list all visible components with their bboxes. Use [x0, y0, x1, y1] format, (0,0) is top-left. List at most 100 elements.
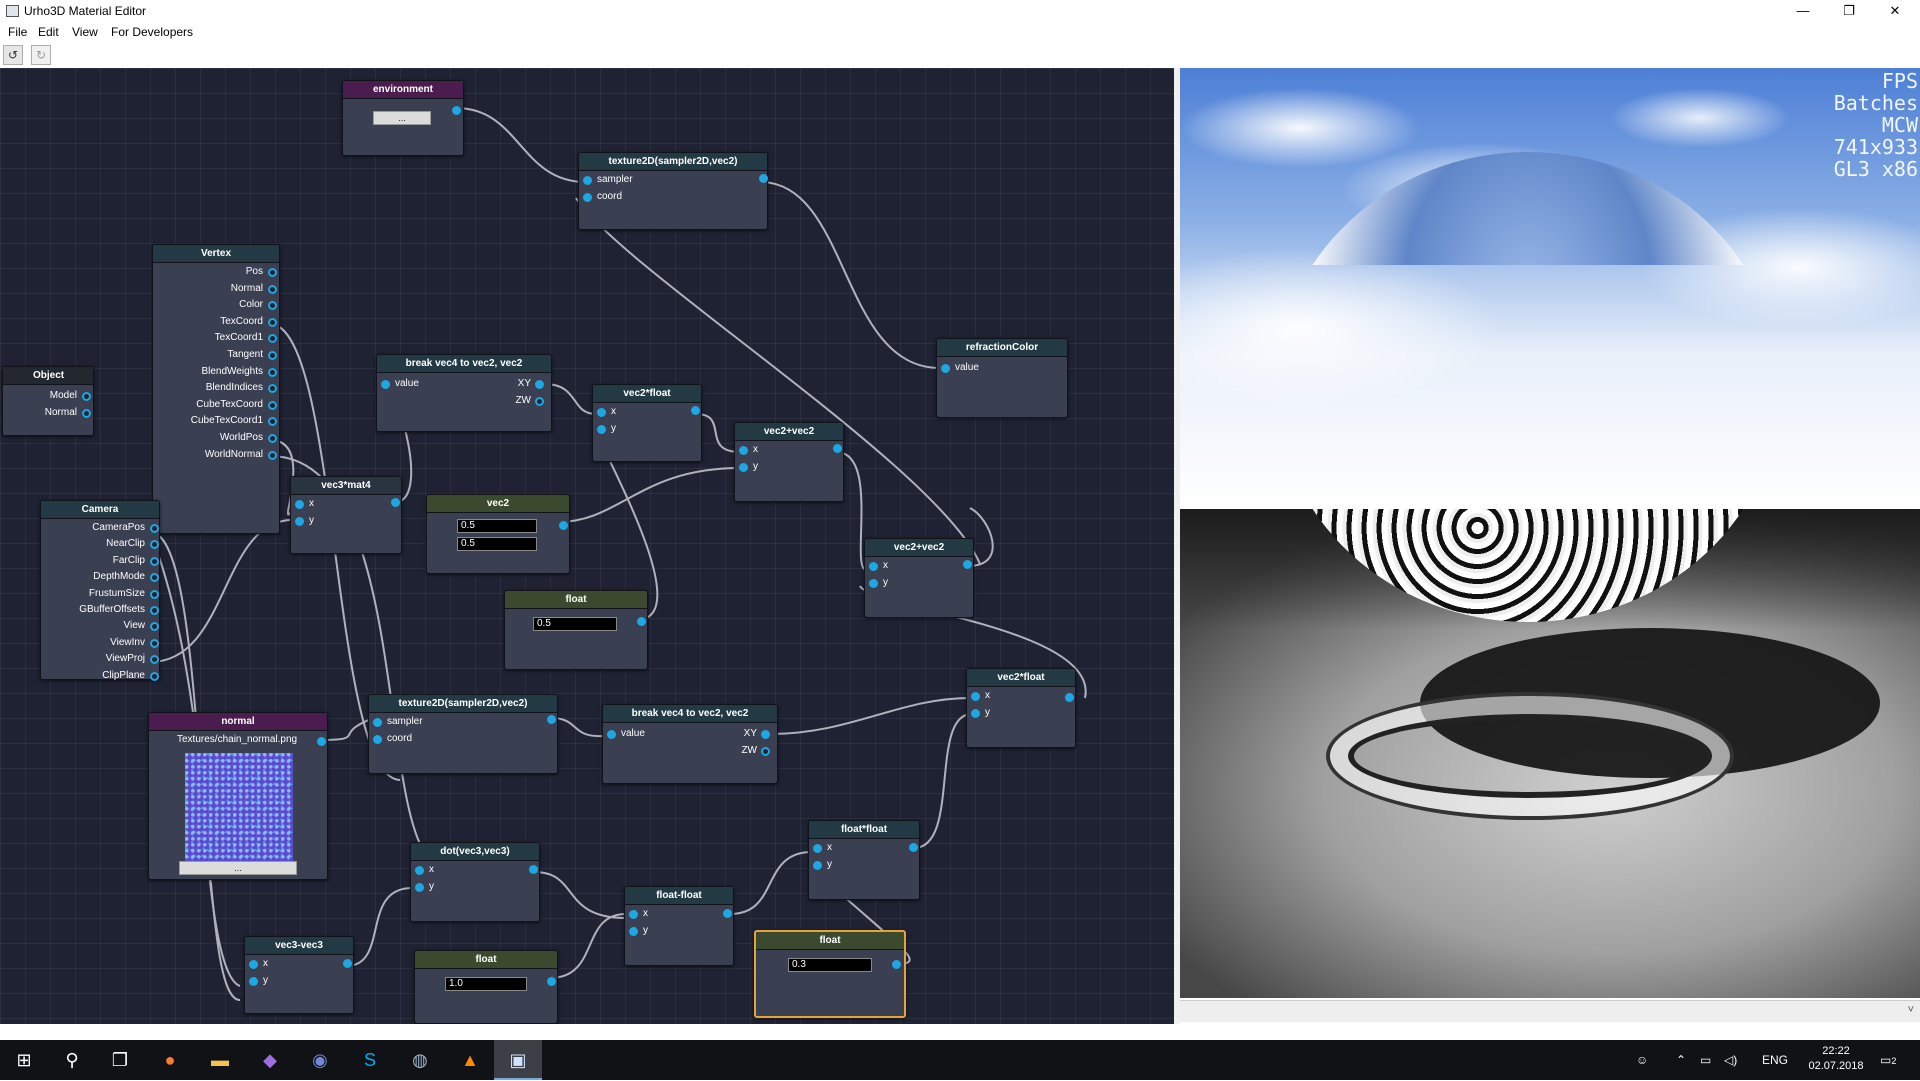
output-port[interactable] [268, 384, 277, 394]
task-view-icon[interactable]: ❐ [96, 1040, 144, 1080]
output-zw[interactable]: ZW [487, 394, 544, 408]
float-value-input[interactable]: 0.3 [788, 958, 872, 972]
node-float-b[interactable]: float 1.0 [414, 950, 558, 1024]
node-vec3-mul-mat4[interactable]: vec3*mat4 x y [290, 476, 402, 554]
menu-edit[interactable]: Edit [38, 25, 59, 39]
input-port[interactable] [629, 927, 638, 936]
input-port[interactable] [941, 364, 950, 373]
output-port[interactable] [268, 317, 277, 327]
node-float-sub-float[interactable]: float-float x y [624, 886, 734, 966]
input-port[interactable] [295, 500, 304, 509]
input-sampler[interactable]: sampler [583, 173, 733, 187]
input-port[interactable] [583, 176, 592, 185]
node-vec2-mul-float-bottom[interactable]: vec2*float x y [966, 668, 1076, 748]
output-row[interactable]: GBufferOffsets [41, 603, 159, 617]
output-row[interactable]: WorldNormal [153, 448, 277, 462]
input-port[interactable] [813, 861, 822, 870]
skype-icon[interactable]: S [346, 1040, 394, 1080]
input-x[interactable]: x [415, 863, 475, 877]
input-port[interactable] [739, 446, 748, 455]
input-value[interactable]: value [941, 361, 1021, 375]
node-float-mul-float[interactable]: float*float x y [808, 820, 920, 900]
maximize-button[interactable]: ❐ [1826, 0, 1872, 22]
input-y[interactable]: y [739, 460, 799, 474]
input-port[interactable] [971, 709, 980, 718]
output-normal[interactable]: Normal [3, 406, 91, 420]
menu-for-developers[interactable]: For Developers [111, 25, 193, 39]
input-port[interactable] [249, 960, 258, 969]
output-port[interactable] [268, 367, 277, 377]
output-port[interactable] [268, 301, 277, 311]
input-port[interactable] [869, 562, 878, 571]
viewport-scrollbar[interactable]: ˅ [1180, 1000, 1920, 1022]
texture-browse-button[interactable]: ... [179, 861, 297, 875]
redo-button[interactable]: ↻ [31, 45, 51, 65]
node-float-c-selected[interactable]: float 0.3 [754, 930, 906, 1018]
input-x[interactable]: x [971, 689, 1031, 703]
output-port[interactable] [150, 540, 159, 550]
environment-browse-button[interactable]: ... [373, 111, 431, 125]
input-x[interactable]: x [869, 559, 929, 573]
output-row[interactable]: NearClip [41, 537, 159, 551]
input-sampler[interactable]: sampler [373, 715, 523, 729]
output-row[interactable]: CubeTexCoord1 [153, 414, 277, 428]
node-texture2d-top[interactable]: texture2D(sampler2D,vec2) sampler coord [578, 152, 768, 230]
node-vec2-constant[interactable]: vec2 0.5 0.5 [426, 494, 570, 574]
input-port[interactable] [381, 380, 390, 389]
node-dot-vec3[interactable]: dot(vec3,vec3) x y [410, 842, 540, 922]
node-camera[interactable]: Camera CameraPos NearClip FarClip DepthMode… [40, 500, 160, 683]
output-port[interactable] [268, 268, 277, 277]
visual-studio-icon[interactable]: ◆ [246, 1040, 294, 1080]
network-icon[interactable]: ▭ [1700, 1040, 1711, 1080]
output-port[interactable] [761, 730, 770, 739]
node-float-a[interactable]: float 0.5 [504, 590, 648, 670]
node-texture2d-bottom[interactable]: texture2D(sampler2D,vec2) sampler coord [368, 694, 558, 774]
output-port[interactable] [833, 444, 842, 453]
output-row[interactable]: ViewProj [41, 652, 159, 666]
input-port[interactable] [813, 844, 822, 853]
vlc-icon[interactable]: ▲ [446, 1040, 494, 1080]
input-port[interactable] [583, 193, 592, 202]
input-y[interactable]: y [295, 514, 355, 528]
output-port[interactable] [268, 284, 277, 294]
chevron-down-icon[interactable]: ˅ [1908, 1004, 1914, 1016]
input-port[interactable] [249, 977, 258, 986]
input-y[interactable]: y [869, 576, 929, 590]
output-port[interactable] [892, 960, 901, 969]
vec2-x-input[interactable]: 0.5 [457, 519, 537, 533]
node-break-vec4-bottom[interactable]: break vec4 to vec2, vec2 value XY ZW [602, 704, 778, 784]
node-vec2-add-bottom[interactable]: vec2+vec2 x y [864, 538, 974, 618]
output-port[interactable] [963, 560, 972, 569]
output-row[interactable]: CubeTexCoord [153, 398, 277, 412]
output-row[interactable]: FarClip [41, 554, 159, 568]
volume-icon[interactable]: ◁) [1724, 1040, 1737, 1080]
input-port[interactable] [869, 579, 878, 588]
output-port[interactable] [529, 865, 538, 874]
input-coord[interactable]: coord [373, 732, 523, 746]
output-port[interactable] [150, 606, 159, 615]
float-value-input[interactable]: 1.0 [445, 977, 527, 991]
output-port[interactable] [268, 434, 277, 443]
output-port[interactable] [761, 747, 770, 756]
node-vertex[interactable]: Vertex Pos Normal Color TexCoord TexCoord1 Ta… [152, 244, 280, 534]
output-port[interactable] [691, 406, 700, 415]
input-port[interactable] [629, 910, 638, 919]
output-port[interactable] [150, 655, 159, 665]
output-port[interactable] [82, 392, 91, 401]
minimize-button[interactable]: — [1780, 0, 1826, 22]
menu-view[interactable]: View [72, 25, 98, 39]
node-normal-texture[interactable]: normal Textures/chain_normal.png ... [148, 712, 328, 880]
input-x[interactable]: x [739, 443, 799, 457]
output-port[interactable] [452, 106, 461, 115]
output-port[interactable] [535, 380, 544, 389]
output-zw[interactable]: ZW [713, 744, 770, 758]
output-port[interactable] [909, 843, 918, 852]
output-row[interactable]: ClipPlane [41, 669, 159, 683]
output-model[interactable]: Model [3, 389, 91, 403]
output-row[interactable]: ViewInv [41, 636, 159, 650]
output-port[interactable] [268, 334, 277, 344]
input-y[interactable]: y [629, 924, 689, 938]
taskbar-clock[interactable]: 22:22 02.07.2018 [1806, 1044, 1866, 1074]
output-row[interactable]: BlendIndices [153, 381, 277, 395]
output-row[interactable]: WorldPos [153, 431, 277, 445]
